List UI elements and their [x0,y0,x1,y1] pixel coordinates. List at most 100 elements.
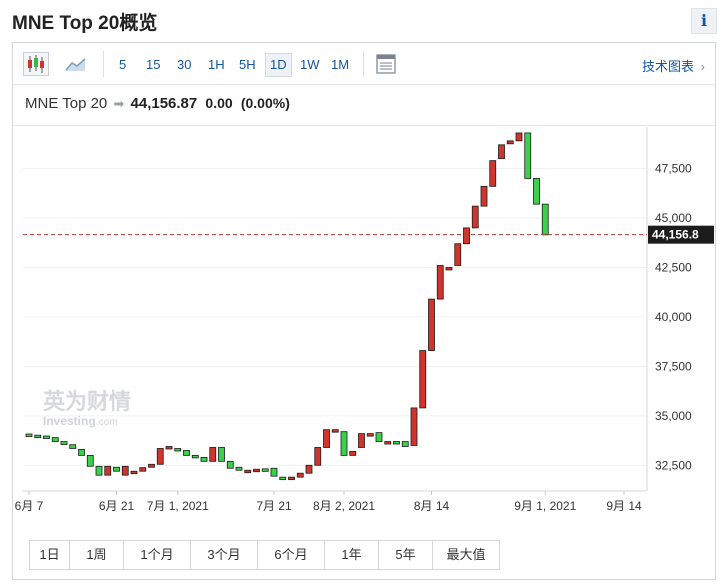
x-tick-label: 9月 1, 2021 [514,499,576,513]
candle [541,203,549,236]
range-max[interactable]: 最大值 [433,541,499,569]
candle [261,468,269,472]
timeframe-1m[interactable]: 1M [327,53,353,77]
chevron-right-icon: › [700,59,705,74]
y-tick-label: 32,500 [655,458,692,472]
candle [130,470,138,475]
range-6m[interactable]: 6个月 [258,541,325,569]
instrument-name: MNE Top 20 [25,95,108,112]
candle [358,433,365,448]
timeframe-15[interactable]: 15 [142,53,164,77]
y-tick-label: 35,000 [655,409,692,423]
candle [226,460,234,469]
y-tick-label: 42,500 [655,260,692,274]
candle [454,243,462,266]
candle [218,447,225,462]
candle [506,140,514,145]
candlestick-chart-icon[interactable] [23,52,49,76]
advanced-chart-label: 技术图表 [642,59,695,74]
timeframe-1w[interactable]: 1W [296,53,324,77]
range-5y[interactable]: 5年 [379,541,433,569]
watermark-logo: .com [96,417,118,428]
candle [34,434,42,439]
candle [43,435,50,439]
chart-toolbar: 5 15 30 1H 5H 1D 1W 1M 技术图表 › [13,43,715,85]
candle [25,433,33,437]
candle [78,449,85,456]
candle [235,466,243,471]
watermark-logo: Investing [43,414,96,428]
range-selector: 1日 1周 1个月 3个月 6个月 1年 5年 最大值 [29,540,500,570]
candle [148,463,155,468]
x-tick-label: 6月 7 [15,499,44,513]
page-title: MNE Top 20概览 [12,13,158,34]
candle [209,447,217,462]
x-tick-label: 7月 1, 2021 [147,499,209,513]
x-tick-label: 6月 21 [99,499,135,513]
candle [340,431,348,456]
candle [384,441,392,445]
candle [288,476,295,481]
timeframe-5[interactable]: 5 [115,53,130,77]
candle [489,160,497,187]
candle [480,185,488,207]
range-3m[interactable]: 3个月 [191,541,258,569]
candle [165,446,173,450]
x-tick-label: 8月 14 [414,499,450,513]
candle [244,469,252,474]
range-1y[interactable]: 1年 [325,541,379,569]
x-tick-label: 7月 21 [256,499,292,513]
candle [471,205,479,229]
y-tick-label: 37,500 [655,359,692,373]
advanced-chart-link[interactable]: 技术图表 › [642,56,705,75]
candle [69,444,77,449]
price-change-percent: (0.00%) [240,95,290,111]
candle [323,429,330,448]
candle [270,467,278,477]
timeframe-1h[interactable]: 1H [204,53,229,77]
price-change: 0.00 [205,95,233,111]
y-tick-label: 47,500 [655,162,692,176]
candle [113,466,120,472]
timeframe-1d[interactable]: 1D [265,53,292,77]
area-chart-icon[interactable] [63,52,89,76]
last-price-label: 44,156.8 [652,228,699,242]
candle [533,178,540,205]
candle [463,227,470,245]
candle [524,132,532,179]
table-view-icon[interactable] [375,53,397,75]
candlestick-chart[interactable]: 32,500 35,000 37,500 40,000 42,500 45,000 47,5… [13,127,715,537]
watermark-logo: 英为财情 [43,389,131,415]
candle [51,437,59,442]
range-1d[interactable]: 1日 [30,541,70,569]
timeframe-5h[interactable]: 5H [235,53,260,77]
timeframe-30[interactable]: 30 [173,53,195,77]
quote-summary: MNE Top 20 ➡ 44,156.87 0.00 (0.00%) [25,95,290,112]
candle [121,465,129,476]
candle [419,350,427,409]
candle [445,267,453,271]
candle [349,451,357,456]
candle [498,144,505,160]
candle [60,441,68,445]
quote-divider [13,125,715,126]
candle [314,447,322,466]
candle [428,298,435,351]
candle [296,472,304,478]
candle [279,476,287,481]
y-tick-label: 45,000 [655,211,692,225]
candle [305,464,313,474]
info-button[interactable]: i [691,8,717,34]
candle [191,454,199,459]
arrow-right-icon: ➡ [113,96,125,111]
range-1w[interactable]: 1周 [70,541,124,569]
candle [104,465,112,476]
candle [393,441,400,445]
candle [183,450,190,456]
y-tick-label: 40,000 [655,310,692,324]
candle [253,468,260,473]
candle [515,132,523,142]
chart-panel: 5 15 30 1H 5H 1D 1W 1M 技术图表 › MNE Top 20… [12,42,716,580]
candle [375,432,383,442]
range-1m[interactable]: 1个月 [124,541,191,569]
